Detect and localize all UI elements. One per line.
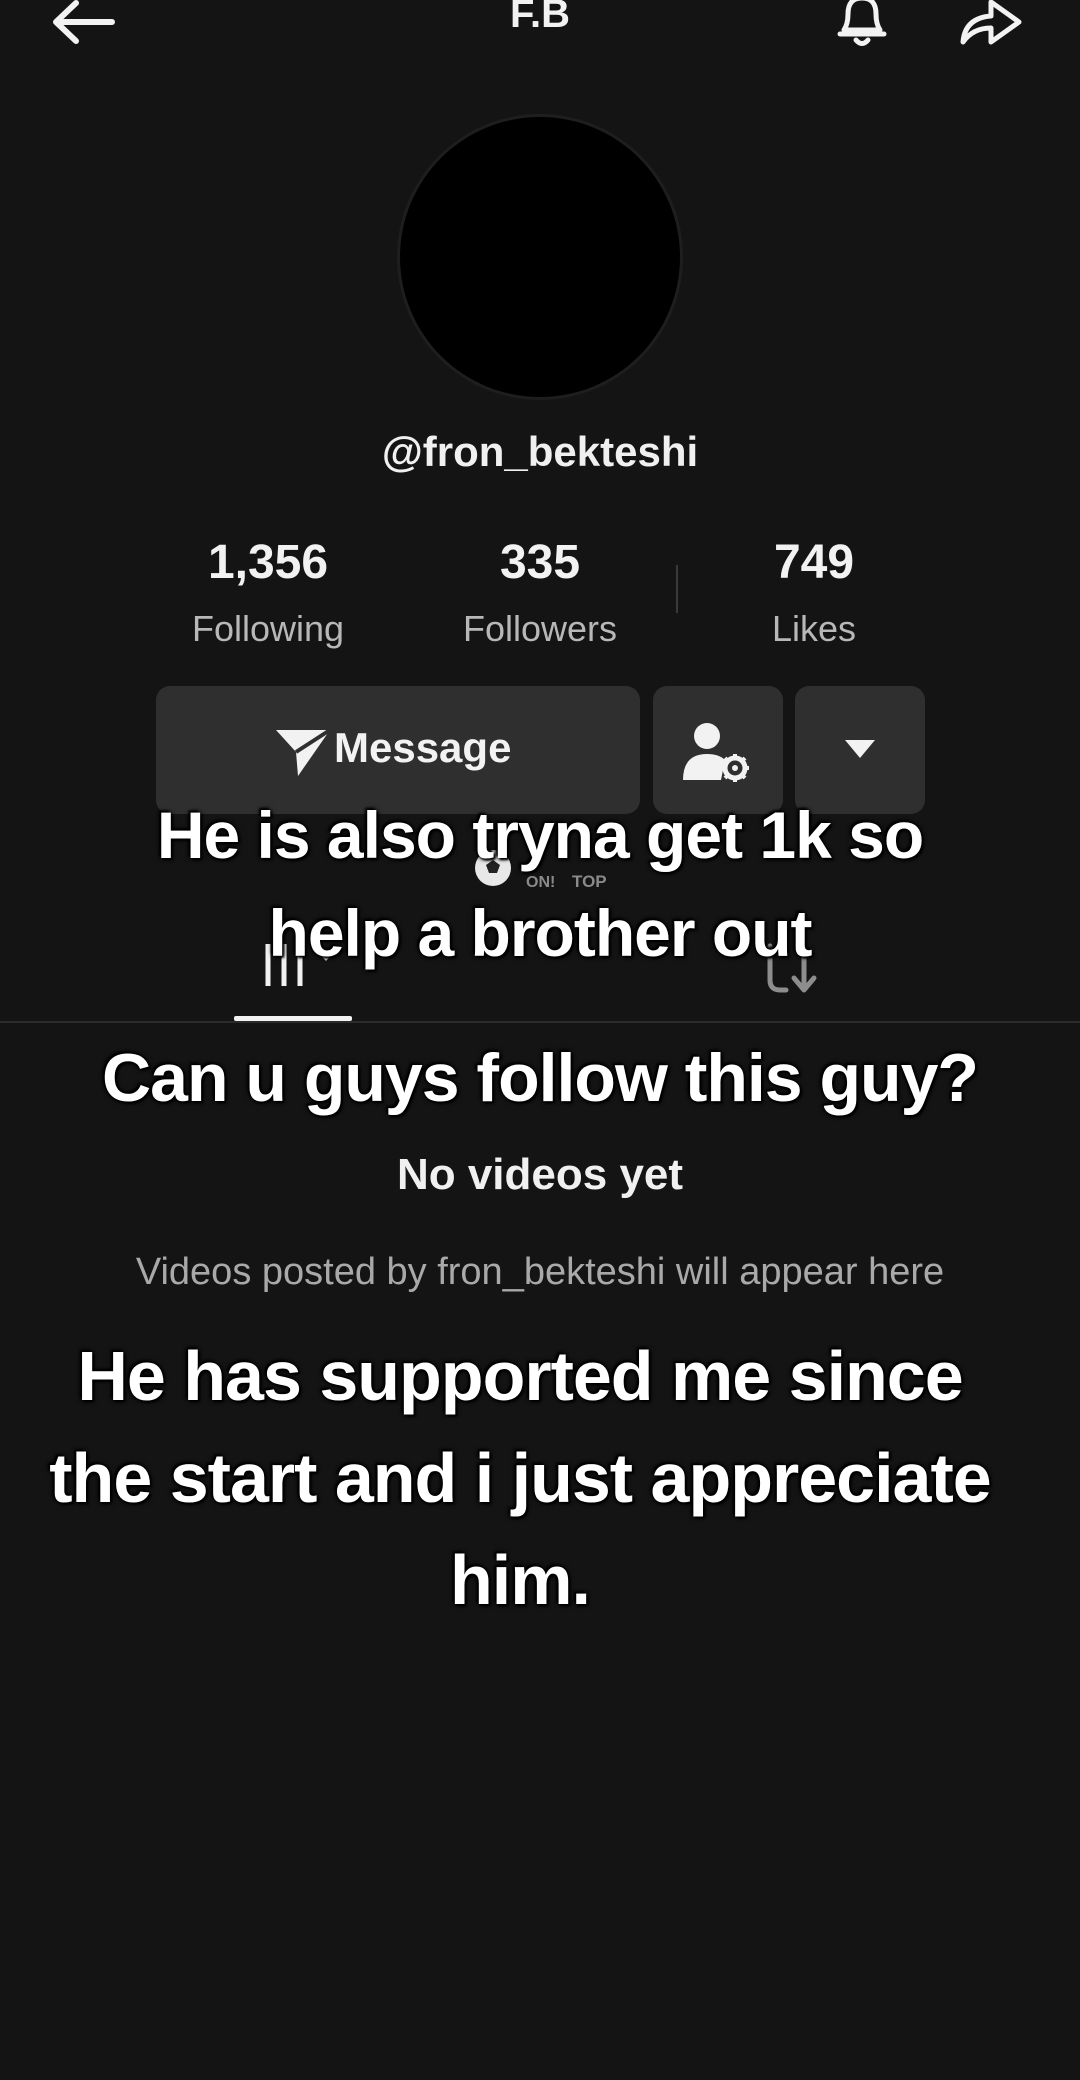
caption-text: He has supported me since the start and …: [49, 1337, 991, 1619]
followers-count: 335: [499, 536, 581, 589]
following-count: 1,356: [207, 536, 329, 589]
username-handle: @fron_bekteshi: [381, 428, 699, 475]
stat-following[interactable]: 1,356 Following: [148, 535, 388, 650]
stats-divider: [676, 565, 678, 613]
stat-likes[interactable]: 749 Likes: [694, 535, 934, 650]
followers-label: Followers: [462, 608, 618, 649]
message-label: Message: [334, 724, 512, 771]
user-settings-icon: [681, 718, 753, 784]
likes-count: 749: [773, 536, 855, 589]
likes-label: Likes: [771, 608, 857, 649]
page-title: F.B: [510, 0, 570, 36]
empty-state-title: No videos yet: [396, 1150, 684, 1199]
send-icon: [274, 726, 332, 778]
caption-text: Can u guys follow this guy?: [102, 1040, 979, 1116]
caption-text: He is also tryna get 1k so help a brothe…: [156, 798, 924, 970]
following-label: Following: [191, 608, 345, 649]
avatar[interactable]: [400, 117, 680, 397]
stat-followers[interactable]: 335 Followers: [420, 535, 660, 650]
tab-divider: [0, 1021, 1080, 1023]
bell-icon[interactable]: [830, 0, 894, 50]
empty-state-subtitle: Videos posted by fron_bekteshi will appe…: [135, 1251, 945, 1293]
dropdown-triangle-icon: [845, 740, 875, 760]
share-icon[interactable]: [955, 0, 1025, 48]
